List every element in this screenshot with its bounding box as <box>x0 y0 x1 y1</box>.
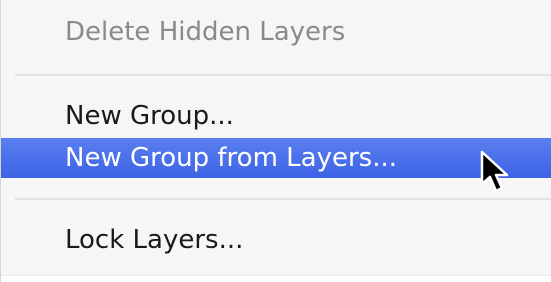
menu-bottom-edge <box>1 275 551 282</box>
menu-item-new-group-from-layers[interactable]: New Group from Layers... <box>1 138 551 178</box>
layers-context-menu: Delete Hidden Layers New Group... New Gr… <box>0 0 551 282</box>
menu-item-new-group[interactable]: New Group... <box>1 96 551 136</box>
menu-item-delete-hidden-layers: Delete Hidden Layers <box>65 17 346 47</box>
arrow-pointer-icon <box>480 150 509 193</box>
menu-item-lock-layers[interactable]: Lock Layers... <box>1 220 551 260</box>
menu-separator <box>15 74 551 76</box>
menu-separator <box>15 198 551 200</box>
